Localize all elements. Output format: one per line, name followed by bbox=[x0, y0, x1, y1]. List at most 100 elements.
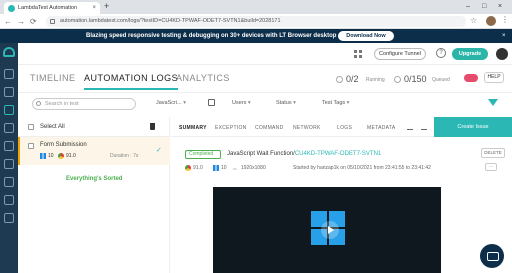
windows-icon bbox=[213, 165, 219, 171]
users-select[interactable]: Users bbox=[232, 100, 251, 106]
download-icon[interactable] bbox=[407, 124, 413, 130]
test-checkbox[interactable] bbox=[28, 143, 34, 149]
configure-tunnel-button[interactable]: Configure Tunnel bbox=[374, 48, 426, 60]
tab-logs[interactable]: LOGS bbox=[337, 125, 352, 131]
browser-version: 91.0 bbox=[193, 165, 203, 171]
status-badge: Completed bbox=[185, 150, 221, 159]
help-icon[interactable]: ? bbox=[436, 48, 446, 58]
test-name: Form Submission bbox=[40, 142, 87, 148]
upgrade-button[interactable]: Upgrade bbox=[452, 48, 488, 60]
apps-grid-icon[interactable] bbox=[354, 50, 362, 58]
browser-tab-bar: LambdaTest Automation × + – □ × bbox=[0, 0, 512, 14]
app-topbar: Configure Tunnel ? Upgrade bbox=[18, 43, 512, 65]
more-button[interactable]: ⋯ bbox=[485, 163, 497, 171]
test-title: JavaScript Wait Function/CU4KD-TPWAF-ODE… bbox=[227, 151, 381, 157]
select-all-label: Select All bbox=[40, 124, 65, 130]
view-toggle[interactable] bbox=[464, 74, 478, 82]
queued-count: 0/150 bbox=[404, 74, 427, 84]
tab-close-icon[interactable]: × bbox=[92, 2, 96, 14]
search-placeholder: Search in test bbox=[45, 101, 79, 107]
test-list-item[interactable]: Form Submission 10 91.0 Duration : 7s ✓ bbox=[18, 137, 170, 165]
user-avatar[interactable] bbox=[496, 48, 508, 60]
test-os-version: 10 bbox=[48, 153, 54, 159]
integrations-icon[interactable] bbox=[4, 177, 14, 187]
test-video-player[interactable] bbox=[213, 187, 441, 273]
banner-close-icon[interactable]: × bbox=[502, 29, 506, 43]
test-list-panel: Select All Form Submission 10 91.0 Durat… bbox=[18, 117, 170, 273]
running-count: 0/2 bbox=[346, 74, 359, 84]
settings-icon[interactable] bbox=[4, 213, 14, 223]
address-bar-row: ← → ⟳ automation.lambdatest.com/logs/?te… bbox=[0, 14, 512, 29]
test-detail-panel: SUMMARY EXCEPTION COMMAND NETWORK LOGS M… bbox=[171, 117, 512, 273]
visual-ui-icon[interactable] bbox=[4, 123, 14, 133]
play-icon[interactable] bbox=[321, 221, 339, 239]
profile-avatar[interactable] bbox=[486, 16, 496, 26]
projects-icon[interactable] bbox=[4, 195, 14, 205]
filter-row: Search in test JavaScri... Users Status … bbox=[18, 93, 512, 117]
automation-icon[interactable] bbox=[4, 105, 14, 115]
search-input[interactable]: Search in test bbox=[32, 98, 136, 110]
browser-tab-title: LambdaTest Automation bbox=[18, 5, 78, 11]
trash-icon[interactable] bbox=[150, 123, 155, 130]
build-select[interactable]: JavaScri... bbox=[156, 100, 186, 106]
tags-select[interactable]: Test Tags bbox=[322, 100, 349, 106]
issue-tracker-icon[interactable] bbox=[4, 141, 14, 151]
dashboard-icon[interactable] bbox=[4, 69, 14, 79]
search-icon bbox=[36, 101, 41, 106]
maximize-button[interactable]: □ bbox=[482, 0, 486, 14]
everything-sorted-message: Everything's Sorted bbox=[66, 176, 123, 182]
close-window-button[interactable]: × bbox=[498, 0, 502, 14]
running-label: Running bbox=[366, 77, 385, 83]
star-icon[interactable]: ☆ bbox=[470, 16, 477, 25]
test-duration: Duration : 7s bbox=[110, 153, 139, 159]
windows-icon bbox=[40, 153, 46, 159]
reload-button[interactable]: ⟳ bbox=[30, 15, 37, 28]
download-label: Download Now bbox=[346, 33, 386, 39]
back-button[interactable]: ← bbox=[4, 15, 12, 28]
running-icon bbox=[336, 76, 343, 83]
main-tabs-row: TIMELINE AUTOMATION LOGS ANALYTICS 0/2 R… bbox=[18, 65, 512, 93]
passed-check-icon: ✓ bbox=[156, 147, 162, 154]
tab-command[interactable]: COMMAND bbox=[255, 125, 284, 131]
minimize-button[interactable]: – bbox=[466, 0, 470, 14]
test-list-header: Select All bbox=[18, 117, 170, 137]
tab-metadata[interactable]: METADATA bbox=[367, 125, 396, 131]
create-issue-button[interactable]: Create Issue bbox=[434, 117, 512, 137]
select-all-checkbox[interactable] bbox=[28, 124, 34, 130]
browser-tab[interactable]: LambdaTest Automation × bbox=[4, 2, 100, 14]
status-select[interactable]: Status bbox=[276, 100, 296, 106]
resolution-icon: ▭ bbox=[233, 166, 237, 171]
lambdatest-favicon-icon bbox=[8, 5, 15, 12]
tab-analytics[interactable]: ANALYTICS bbox=[176, 73, 230, 83]
filter-icon[interactable] bbox=[488, 99, 498, 106]
url-input[interactable]: automation.lambdatest.com/logs/?testID=C… bbox=[46, 16, 466, 27]
app-sidebar bbox=[0, 43, 18, 273]
forward-button[interactable]: → bbox=[17, 15, 25, 28]
started-by: Started by harizap1k on 05/10/2021 from … bbox=[293, 165, 431, 171]
realtime-icon[interactable] bbox=[4, 87, 14, 97]
url-text: automation.lambdatest.com/logs/?testID=C… bbox=[60, 18, 281, 24]
queued-icon bbox=[394, 76, 401, 83]
test-browser-version: 91.0 bbox=[66, 153, 76, 159]
calendar-icon[interactable] bbox=[208, 99, 215, 106]
tab-exception[interactable]: EXCEPTION bbox=[215, 125, 247, 131]
lt-browser-icon[interactable] bbox=[4, 159, 14, 169]
test-title-prefix: JavaScript Wait Function/ bbox=[227, 151, 295, 157]
new-tab-button[interactable]: + bbox=[104, 1, 109, 11]
lock-icon bbox=[50, 19, 55, 24]
tab-summary[interactable]: SUMMARY bbox=[179, 125, 207, 131]
lambdatest-logo-icon[interactable] bbox=[3, 47, 15, 57]
tab-network[interactable]: NETWORK bbox=[293, 125, 321, 131]
share-icon[interactable] bbox=[421, 124, 427, 130]
tab-automation-logs[interactable]: AUTOMATION LOGS bbox=[84, 73, 179, 90]
promo-banner: Blazing speed responsive testing & debug… bbox=[0, 29, 512, 43]
tab-timeline[interactable]: TIMELINE bbox=[30, 73, 76, 83]
banner-message: Blazing speed responsive testing & debug… bbox=[86, 33, 351, 39]
help-button[interactable]: HELP bbox=[484, 72, 504, 83]
detail-tabs: SUMMARY EXCEPTION COMMAND NETWORK LOGS M… bbox=[171, 117, 512, 137]
chat-icon[interactable] bbox=[480, 244, 504, 268]
test-id-link[interactable]: CU4KD-TPWAF-ODET7-SVTN1 bbox=[295, 151, 381, 157]
download-now-button[interactable]: Download Now bbox=[338, 31, 394, 41]
kebab-icon[interactable]: ⋮ bbox=[501, 15, 509, 24]
delete-button[interactable]: DELETE bbox=[481, 148, 505, 158]
